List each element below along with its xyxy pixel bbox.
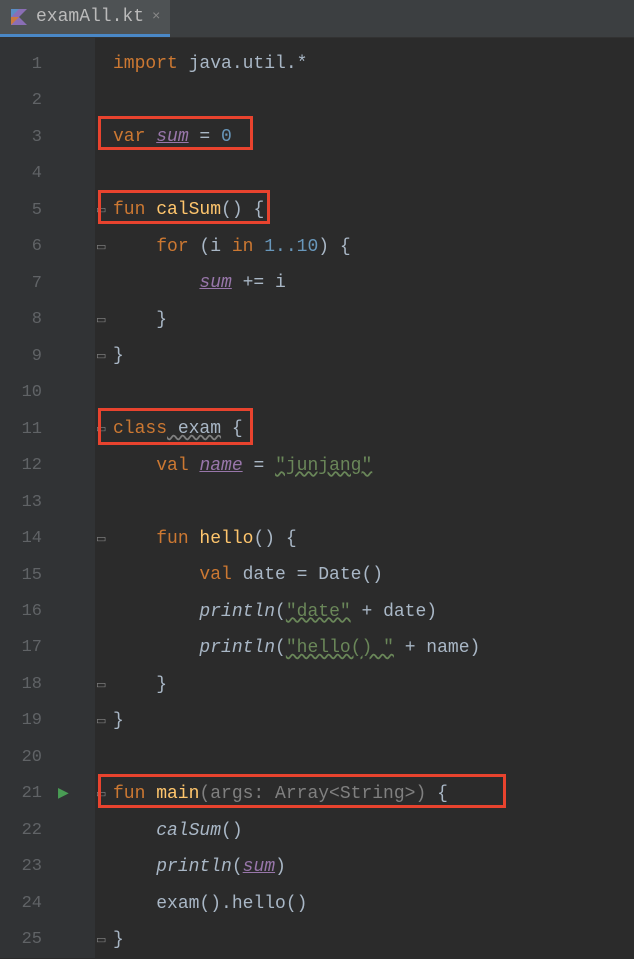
line-number: 9 bbox=[0, 347, 48, 366]
code-line[interactable]: ▭fun calSum() { bbox=[113, 192, 634, 229]
line-number: 7 bbox=[0, 274, 48, 293]
fold-marker-icon[interactable]: ▭ bbox=[96, 677, 106, 693]
editor: 1 2 3 4 5 6 7 8 9 10 11 12 13 14 15 16 1… bbox=[0, 38, 634, 958]
line-number: 2 bbox=[0, 91, 48, 110]
code-line[interactable]: ▭} bbox=[113, 922, 634, 959]
gutter: 1 2 3 4 5 6 7 8 9 10 11 12 13 14 15 16 1… bbox=[0, 38, 95, 958]
code-line[interactable] bbox=[113, 484, 634, 521]
line-number: 12 bbox=[0, 456, 48, 475]
code-line[interactable] bbox=[113, 156, 634, 193]
code-line[interactable]: println("hello() " + name) bbox=[113, 630, 634, 667]
line-number: 14 bbox=[0, 529, 48, 548]
line-number: 13 bbox=[0, 493, 48, 512]
line-number: 5 bbox=[0, 201, 48, 220]
code-line[interactable]: ▭fun main(args: Array<String>) { bbox=[113, 776, 634, 813]
fold-marker-icon[interactable]: ▭ bbox=[96, 348, 106, 364]
code-line[interactable]: calSum() bbox=[113, 813, 634, 850]
line-number: 4 bbox=[0, 164, 48, 183]
line-number: 10 bbox=[0, 383, 48, 402]
code-line[interactable]: ▭} bbox=[113, 338, 634, 375]
fold-marker-icon[interactable]: ▭ bbox=[96, 421, 106, 437]
code-line[interactable]: ▭class exam { bbox=[113, 411, 634, 448]
line-number: 19 bbox=[0, 711, 48, 730]
fold-marker-icon[interactable]: ▭ bbox=[96, 713, 106, 729]
fold-marker-icon[interactable]: ▭ bbox=[96, 239, 106, 255]
close-icon[interactable]: × bbox=[152, 9, 160, 25]
fold-marker-icon[interactable]: ▭ bbox=[96, 786, 106, 802]
code-line[interactable] bbox=[113, 740, 634, 777]
code-line[interactable]: println("date" + date) bbox=[113, 594, 634, 631]
code-line[interactable]: val name = "junjang" bbox=[113, 448, 634, 485]
line-number: 24 bbox=[0, 894, 48, 913]
line-number: 17 bbox=[0, 638, 48, 657]
fold-marker-icon[interactable]: ▭ bbox=[96, 202, 106, 218]
code-line[interactable]: var sum = 0 bbox=[113, 119, 634, 156]
code-area[interactable]: import java.util.* var sum = 0 ▭fun calS… bbox=[95, 38, 634, 958]
code-line[interactable]: ▭ } bbox=[113, 302, 634, 339]
code-line[interactable]: val date = Date() bbox=[113, 557, 634, 594]
run-icon[interactable]: ▶ bbox=[58, 785, 69, 802]
line-number: 1 bbox=[0, 55, 48, 74]
code-line[interactable]: sum += i bbox=[113, 265, 634, 302]
line-number: 20 bbox=[0, 748, 48, 767]
code-line[interactable] bbox=[113, 375, 634, 412]
tab-bar: examAll.kt × bbox=[0, 0, 634, 38]
line-number: 15 bbox=[0, 566, 48, 585]
line-number: 8 bbox=[0, 310, 48, 329]
line-number: 23 bbox=[0, 857, 48, 876]
code-line[interactable]: ▭ for (i in 1..10) { bbox=[113, 229, 634, 266]
code-line[interactable]: ▭} bbox=[113, 703, 634, 740]
code-line[interactable]: exam().hello() bbox=[113, 886, 634, 923]
line-number: 25 bbox=[0, 930, 48, 949]
line-number: 18 bbox=[0, 675, 48, 694]
fold-marker-icon[interactable]: ▭ bbox=[96, 932, 106, 948]
code-line[interactable]: ▭ fun hello() { bbox=[113, 521, 634, 558]
code-line[interactable]: ▭ } bbox=[113, 667, 634, 704]
line-number: 3 bbox=[0, 128, 48, 147]
code-line[interactable]: import java.util.* bbox=[113, 46, 634, 83]
kotlin-file-icon bbox=[10, 8, 28, 26]
line-number: 22 bbox=[0, 821, 48, 840]
tab-filename: examAll.kt bbox=[36, 7, 144, 27]
code-line[interactable]: println(sum) bbox=[113, 849, 634, 886]
fold-marker-icon[interactable]: ▭ bbox=[96, 312, 106, 328]
line-number: 21 bbox=[0, 784, 48, 803]
fold-marker-icon[interactable]: ▭ bbox=[96, 531, 106, 547]
line-number: 11 bbox=[0, 420, 48, 439]
code-line[interactable] bbox=[113, 83, 634, 120]
line-number: 16 bbox=[0, 602, 48, 621]
line-number: 6 bbox=[0, 237, 48, 256]
file-tab[interactable]: examAll.kt × bbox=[0, 0, 170, 37]
